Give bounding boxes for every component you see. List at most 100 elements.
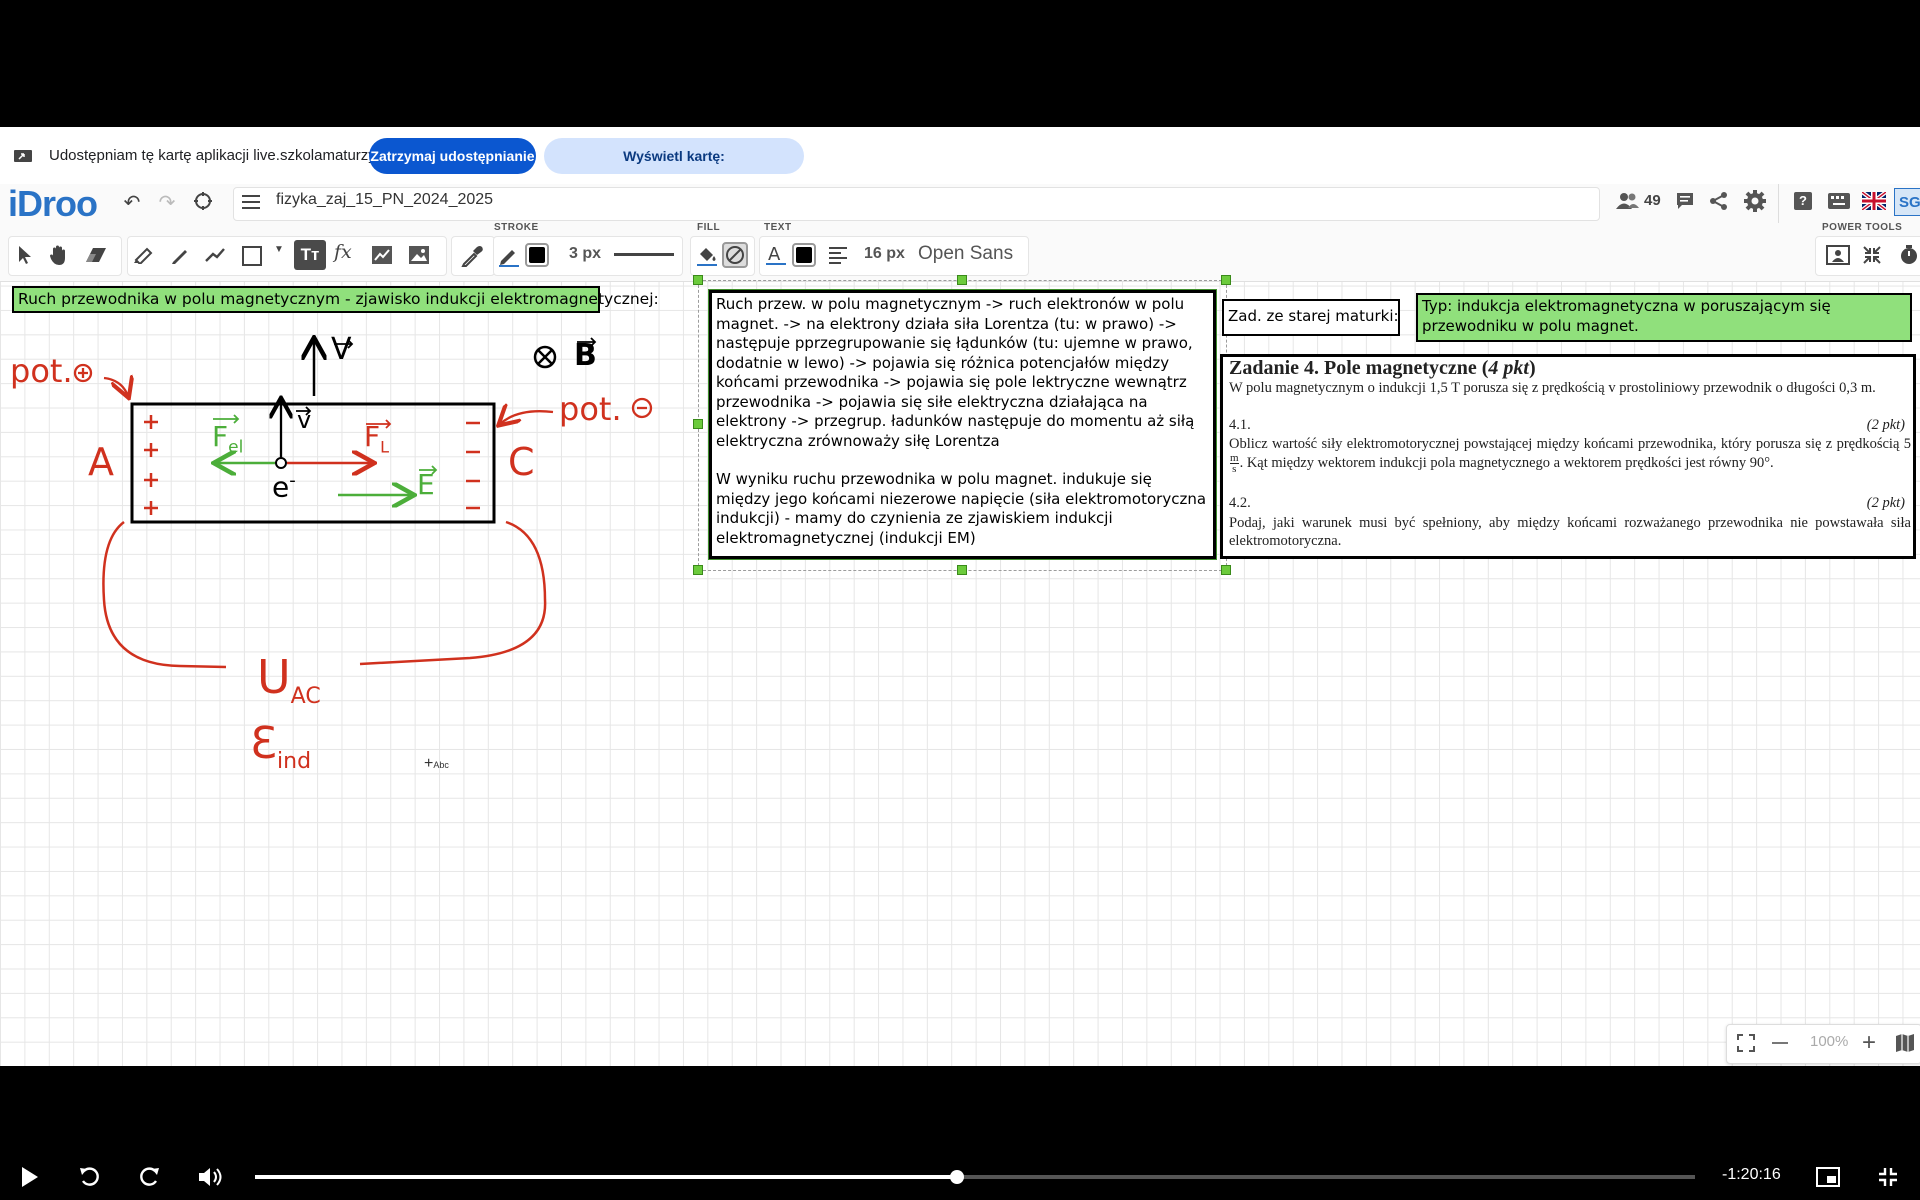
electron-dot [275, 457, 287, 469]
undo-icon[interactable]: ↶ [118, 190, 146, 215]
resize-handle[interactable] [693, 275, 703, 285]
text-tool-icon[interactable]: Tт [294, 240, 326, 270]
view-tab-button[interactable]: Wyświetl kartę: live.szkolamaturzystow.p… [544, 138, 804, 200]
menu-icon[interactable] [242, 194, 260, 210]
task-q2-points: (2 pkt) [1866, 495, 1905, 511]
font-family-value[interactable]: Open Sans [918, 243, 1013, 265]
stroke-width-value[interactable]: 3 px [569, 245, 601, 263]
pen-icon[interactable] [170, 245, 190, 265]
resize-handle[interactable] [957, 275, 967, 285]
rewind-icon[interactable] [78, 1165, 102, 1189]
text-color-icon[interactable]: A [765, 243, 787, 267]
stroke-color-swatch[interactable] [525, 243, 549, 267]
lasso-icon[interactable] [193, 191, 213, 211]
explanation-paragraph-1: Ruch przew. w polu magnetycznym -> ruch … [716, 295, 1195, 450]
app-logo[interactable]: iDroo [8, 183, 98, 225]
settings-icon[interactable] [1744, 190, 1766, 212]
hand-pan-icon[interactable] [48, 244, 70, 266]
presenter-icon[interactable] [1826, 245, 1850, 265]
image-icon[interactable] [408, 245, 430, 265]
progress-knob[interactable] [950, 1170, 964, 1184]
end-c-label: C [508, 440, 535, 484]
negative-charges [466, 421, 480, 510]
fit-screen-icon[interactable] [1737, 1034, 1755, 1052]
task-title: Zadanie 4. Pole magnetyczne (4 pkt) [1229, 357, 1536, 379]
task-q2-text: Podaj, jaki warunek musi być spełniony, … [1229, 515, 1911, 549]
b-field-label: B [574, 338, 597, 373]
text-color-swatch[interactable] [792, 243, 816, 267]
task-intro: W polu magnetycznym o indukcji 1,5 T por… [1229, 380, 1876, 396]
resize-handle[interactable] [1221, 565, 1231, 575]
language-flag-icon[interactable] [1862, 192, 1886, 210]
zoom-level[interactable]: 100% [1810, 1033, 1848, 1050]
chat-icon[interactable] [1675, 191, 1695, 211]
play-icon[interactable] [20, 1166, 40, 1188]
help-icon[interactable]: ? [1794, 192, 1812, 210]
task-q2-number: 4.2. [1229, 495, 1251, 511]
text-cursor-icon: +Abc [424, 755, 449, 772]
zoom-in-icon[interactable]: + [1862, 1029, 1876, 1057]
keyboard-icon[interactable] [1828, 193, 1850, 209]
plus-circle-icon [73, 363, 93, 383]
chevron-down-icon[interactable]: ▼ [274, 244, 284, 255]
formula-icon[interactable]: fx [334, 241, 352, 263]
positive-charges [144, 415, 158, 515]
select-pointer-icon[interactable] [17, 245, 33, 265]
collapse-arrows-icon[interactable] [1862, 245, 1882, 265]
stroke-style-line-icon[interactable] [614, 253, 674, 256]
pot-minus-arrow [500, 411, 554, 424]
forward-icon[interactable] [137, 1165, 161, 1189]
timer-icon[interactable] [1898, 244, 1920, 266]
board-title[interactable]: fizyka_zaj_15_PN_2024_2025 [276, 191, 493, 209]
user-avatar[interactable]: SG [1894, 188, 1920, 216]
picture-in-picture-icon[interactable] [1816, 1167, 1840, 1187]
volume-icon[interactable] [198, 1166, 224, 1188]
eyedropper-icon[interactable] [461, 245, 483, 267]
fill-bucket-icon[interactable] [696, 244, 718, 268]
video-progress-bar[interactable] [255, 1170, 1695, 1184]
no-fill-swatch[interactable] [722, 242, 748, 268]
share-status-text: Udostępniam tę kartę aplikacji live.szko… [49, 147, 422, 164]
redo-icon[interactable]: ↷ [153, 190, 181, 215]
explanation-note[interactable]: Ruch przew. w polu magnetycznym -> ruch … [709, 290, 1216, 559]
velocity-label: V [331, 332, 352, 367]
b-field-into-page-icon [533, 345, 557, 369]
resize-handle[interactable] [693, 419, 703, 429]
task-q1-text: Oblicz wartość siły elektromotorycznej p… [1229, 436, 1911, 475]
time-remaining: -1:20:16 [1722, 1166, 1781, 1183]
type-note[interactable]: Typ: indukcja elektromagnetyczna w porus… [1416, 293, 1912, 342]
lorentz-force-label: FL [364, 420, 390, 457]
resize-handle[interactable] [957, 565, 967, 575]
exam-task-image[interactable]: Zadanie 4. Pole magnetyczne (4 pkt) W po… [1220, 354, 1916, 559]
highlighter-pen-icon[interactable] [133, 246, 155, 264]
stop-sharing-button[interactable]: Zatrzymaj udostępnianie [369, 138, 536, 174]
rectangle-shape-icon[interactable] [242, 246, 262, 266]
text-section-label: TEXT [764, 222, 792, 233]
eraser-icon[interactable] [85, 247, 107, 263]
electric-field-label: E [417, 468, 435, 501]
pot-plus-label: pot. [10, 352, 73, 390]
resize-handle[interactable] [1221, 275, 1231, 285]
share-icon[interactable] [1709, 191, 1729, 211]
circuit-wire-left [102, 521, 227, 669]
smooth-line-icon[interactable] [204, 245, 226, 265]
old-exam-note[interactable]: Zad. ze starej maturki: [1222, 299, 1400, 336]
user-count: 49 [1644, 192, 1661, 209]
task-q1-number: 4.1. [1229, 417, 1251, 433]
emf-label: Ɛind [250, 718, 312, 774]
minimap-icon[interactable] [1895, 1033, 1915, 1053]
pot-minus-label: pot. [559, 390, 622, 428]
electron-velocity-label: v [297, 406, 312, 434]
font-size-value[interactable]: 16 px [864, 245, 905, 263]
svg-text:A: A [768, 244, 781, 265]
align-left-icon[interactable] [829, 246, 847, 264]
voltage-uac-label: UAC [257, 650, 321, 710]
divider [1778, 184, 1779, 223]
graph-icon[interactable] [371, 245, 393, 265]
zoom-out-icon[interactable] [1772, 1042, 1788, 1044]
users-icon[interactable] [1616, 192, 1640, 210]
resize-handle[interactable] [693, 565, 703, 575]
power-tools-label: POWER TOOLS [1822, 222, 1903, 233]
stroke-pen-icon[interactable] [498, 245, 520, 267]
exit-fullscreen-icon[interactable] [1878, 1167, 1898, 1187]
